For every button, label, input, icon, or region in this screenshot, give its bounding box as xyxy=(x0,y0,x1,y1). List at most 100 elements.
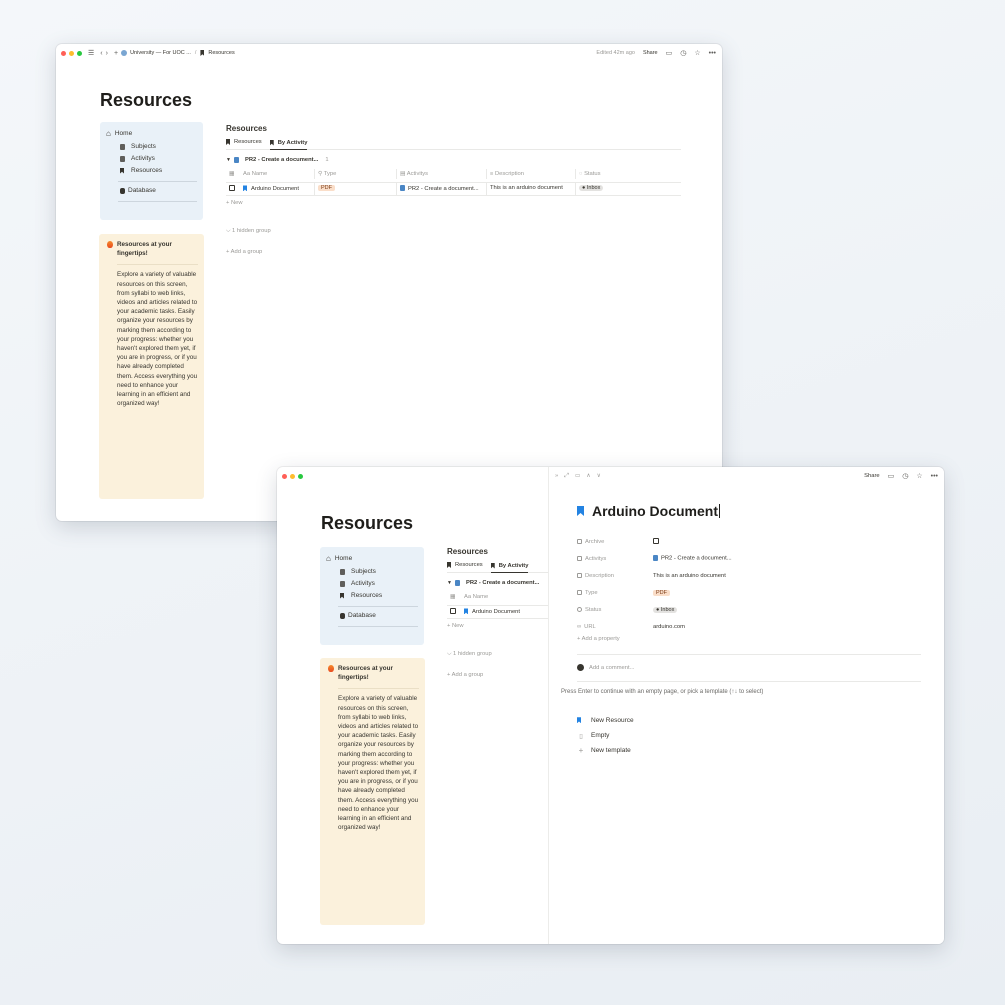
property-archive[interactable]: Archive xyxy=(577,533,937,550)
star-icon[interactable]: ☆ xyxy=(916,472,922,480)
column-header-type[interactable]: ⚲ Type xyxy=(315,169,397,179)
template-empty[interactable]: ▯ Empty xyxy=(577,728,634,743)
add-property-button[interactable]: + Add a property xyxy=(577,636,937,642)
document-icon xyxy=(340,568,345,575)
nav-item-resources[interactable]: Resources xyxy=(340,592,418,599)
property-activitys[interactable]: Activitys PR2 - Create a document... xyxy=(577,550,937,567)
archive-checkbox[interactable] xyxy=(653,537,659,544)
nav-item-subjects[interactable]: Subjects xyxy=(120,143,197,150)
tab-resources[interactable]: Resources xyxy=(447,562,483,568)
property-value[interactable]: PR2 - Create a document... xyxy=(661,556,732,562)
star-icon[interactable]: ☆ xyxy=(694,49,700,57)
nav-item-activitys[interactable]: Activitys xyxy=(120,155,197,162)
group-header[interactable]: ▼ PR2 - Create a document... xyxy=(447,580,550,586)
share-button[interactable]: Share xyxy=(643,50,658,56)
type-tag[interactable]: PDF xyxy=(653,589,670,596)
property-value[interactable]: arduino.com xyxy=(653,624,685,630)
comment-input[interactable]: Add a comment... xyxy=(577,664,634,671)
cell-status[interactable]: ● Inbox xyxy=(576,183,666,195)
nav-item-database[interactable]: Database xyxy=(120,187,197,194)
more-icon[interactable]: ••• xyxy=(931,473,938,480)
cell-description[interactable]: This is an arduino document xyxy=(487,183,576,195)
peek-page-title[interactable]: Arduino Document xyxy=(577,503,720,519)
nav-home[interactable]: ⌂ Home xyxy=(326,554,418,563)
nav-item-resources[interactable]: Resources xyxy=(120,167,197,174)
plus-icon[interactable]: + xyxy=(114,50,118,57)
tab-by-activity[interactable]: By Activity xyxy=(269,139,308,150)
expand-icon[interactable]: ⤢ xyxy=(564,473,569,480)
cell-name[interactable]: Arduino Document xyxy=(240,183,315,195)
cell-activitys[interactable]: PR2 - Create a document... xyxy=(397,183,487,195)
minimize-window-button[interactable] xyxy=(69,50,74,56)
database-title[interactable]: Resources xyxy=(226,124,681,133)
select-all-icon[interactable]: ▦ xyxy=(447,592,461,602)
nav-item-subjects[interactable]: Subjects xyxy=(340,568,418,575)
bookmark-icon xyxy=(226,139,230,145)
close-window-button[interactable] xyxy=(282,473,287,479)
history-icon[interactable]: ◷ xyxy=(902,472,908,480)
cell-name[interactable]: Arduino Document xyxy=(461,606,536,618)
column-label: Status xyxy=(584,171,601,177)
maximize-window-button[interactable] xyxy=(298,473,303,479)
nav-item-activitys[interactable]: Activitys xyxy=(340,580,418,587)
property-type[interactable]: Type PDF xyxy=(577,584,937,601)
triangle-down-icon[interactable]: ▼ xyxy=(226,157,231,163)
table-row[interactable]: Arduino Document xyxy=(447,606,550,619)
tab-resources[interactable]: Resources xyxy=(226,139,262,145)
close-window-button[interactable] xyxy=(61,50,66,56)
hidden-group-toggle[interactable]: ⌵ 1 hidden group xyxy=(447,651,550,658)
table-row[interactable]: Arduino Document PDF PR2 - Create a docu… xyxy=(226,183,681,196)
comment-icon[interactable]: ▭ xyxy=(888,472,895,480)
forward-arrow-icon[interactable]: › xyxy=(106,50,108,57)
back-arrow-icon[interactable]: ‹ xyxy=(100,50,102,57)
close-peek-icon[interactable]: » xyxy=(555,473,558,479)
page-title: Resources xyxy=(100,90,193,110)
divider xyxy=(118,201,197,202)
more-icon[interactable]: ••• xyxy=(709,50,716,57)
property-value[interactable]: This is an arduino document xyxy=(653,573,726,579)
tab-by-activity[interactable]: By Activity xyxy=(490,562,529,573)
status-badge[interactable]: ● Inbox xyxy=(653,606,678,613)
column-header-activitys[interactable]: ▤ Activitys xyxy=(397,169,487,179)
property-url[interactable]: ∞ URL arduino.com xyxy=(577,618,937,635)
nav-item-database[interactable]: Database xyxy=(340,612,418,619)
new-row-button[interactable]: + New xyxy=(447,623,550,629)
document-icon xyxy=(454,580,460,586)
hidden-group-label: 1 hidden group xyxy=(453,651,492,657)
triangle-down-icon[interactable]: ▼ xyxy=(447,580,452,586)
minimize-window-button[interactable] xyxy=(290,473,295,479)
select-icon xyxy=(577,590,582,595)
up-arrow-icon[interactable]: ∧ xyxy=(586,473,590,479)
breadcrumb-page[interactable]: Resources xyxy=(208,50,234,56)
maximize-window-button[interactable] xyxy=(77,50,82,56)
peek-title-text[interactable]: Arduino Document xyxy=(592,503,718,519)
menu-icon[interactable]: ☰ xyxy=(88,49,94,57)
template-new-resource[interactable]: New Resource xyxy=(577,713,634,728)
add-group-button[interactable]: + Add a group xyxy=(226,249,681,255)
hidden-group-toggle[interactable]: ⌵ 1 hidden group xyxy=(226,228,681,235)
down-arrow-icon[interactable]: ∨ xyxy=(597,473,601,479)
row-checkbox[interactable] xyxy=(226,183,240,195)
column-header-name[interactable]: Aa Name xyxy=(240,169,315,179)
database-title[interactable]: Resources xyxy=(447,547,550,556)
select-all-icon[interactable]: ▦ xyxy=(226,169,240,179)
column-header-status[interactable]: ◌ Status xyxy=(576,169,666,179)
row-checkbox[interactable] xyxy=(447,606,461,618)
column-header-description[interactable]: ≡ Description xyxy=(487,169,576,179)
nav-home-label: Home xyxy=(114,130,133,137)
share-button[interactable]: Share xyxy=(864,473,879,479)
nav-home[interactable]: ⌂ Home xyxy=(106,129,197,138)
layout-icon[interactable]: ▭ xyxy=(575,473,580,479)
comment-icon[interactable]: ▭ xyxy=(666,49,673,57)
nav-item-label: Subjects xyxy=(131,143,156,150)
breadcrumb-workspace[interactable]: University — For UOC ... xyxy=(130,50,191,56)
cell-type[interactable]: PDF xyxy=(315,183,397,195)
new-row-button[interactable]: + New xyxy=(226,200,681,206)
add-group-button[interactable]: + Add a group xyxy=(447,672,550,678)
property-description[interactable]: Description This is an arduino document xyxy=(577,567,937,584)
template-new-template[interactable]: + New template xyxy=(577,743,634,758)
group-header[interactable]: ▼ PR2 - Create a document... 1 xyxy=(226,157,681,163)
property-status[interactable]: Status ● Inbox xyxy=(577,601,937,618)
column-header-name[interactable]: Aa Name xyxy=(461,592,536,602)
history-icon[interactable]: ◷ xyxy=(680,49,686,57)
